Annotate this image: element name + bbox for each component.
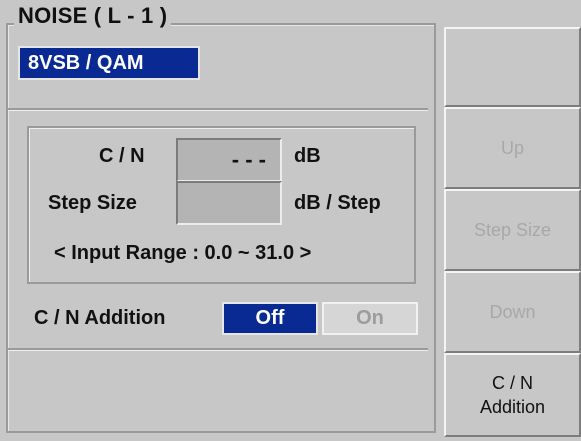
softkey-blank[interactable] [444,27,581,107]
step-size-field[interactable] [176,181,282,225]
cn-addition-softkey-line1: C / N [491,373,533,393]
down-softkey[interactable]: Down [444,271,581,353]
step-size-softkey[interactable]: Step Size [444,189,581,271]
divider [8,108,428,111]
cn-addition-label: C / N Addition [34,307,166,329]
panel-title: NOISE ( L - 1 ) [14,3,172,29]
cn-label: C / N [99,145,145,167]
divider [8,348,428,351]
step-size-unit: dB / Step [294,192,381,214]
up-softkey[interactable]: Up [444,107,581,189]
cn-addition-softkey-line2: Addition [479,397,546,417]
cn-addition-off-button[interactable]: Off [222,302,318,335]
cn-addition-on-button[interactable]: On [322,302,418,335]
cn-value-field[interactable]: - - - [176,138,282,182]
mode-badge[interactable]: 8VSB / QAM [18,46,200,80]
input-range-text: < Input Range : 0.0 ~ 31.0 > [54,242,312,264]
cn-unit: dB [294,145,321,167]
step-size-label: Step Size [48,192,137,214]
cn-addition-softkey[interactable]: C / N Addition [444,353,581,437]
